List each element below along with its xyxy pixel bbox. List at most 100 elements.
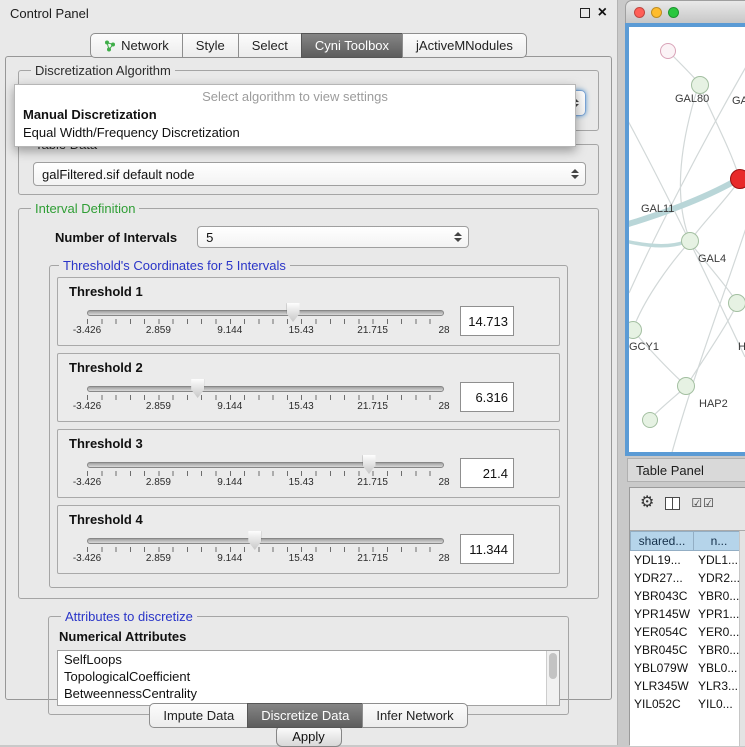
apply-button[interactable]: Apply xyxy=(276,725,342,747)
threshold-2-label: Threshold 2 xyxy=(69,360,550,375)
network-node[interactable] xyxy=(660,43,676,59)
threshold-4-slider[interactable]: -3.4262.8599.14415.4321.71528 xyxy=(87,530,444,568)
scale-label: 9.144 xyxy=(217,553,242,564)
scrollbar-thumb[interactable] xyxy=(549,653,557,679)
network-node[interactable] xyxy=(728,294,745,312)
numerical-attributes-list[interactable]: SelfLoopsTopologicalCoefficientBetweenne… xyxy=(57,650,560,706)
close-icon[interactable]: × xyxy=(598,8,607,18)
bottom-tab-bar: Impute Data Discretize Data Infer Network xyxy=(0,703,617,728)
table-cell: YER0... xyxy=(694,625,745,639)
table-row[interactable]: YDL19...YDL1... xyxy=(630,551,745,569)
table-panel-title: Table Panel xyxy=(636,463,704,478)
network-node[interactable] xyxy=(730,169,745,189)
slider-scale: -3.4262.8599.14415.4321.71528 xyxy=(87,477,444,489)
scale-label: 28 xyxy=(438,325,449,336)
threshold-2-slider[interactable]: -3.4262.8599.14415.4321.71528 xyxy=(87,378,444,416)
table-cell: YDR2... xyxy=(694,571,745,585)
right-region: GAL80GAGAL11GAL4GCY1HHAP2 Table Panel ⚙ … xyxy=(625,0,745,745)
threshold-4-value-field[interactable]: 11.344 xyxy=(460,534,514,564)
table-row[interactable]: YBL079WYBL0... xyxy=(630,659,745,677)
interval-definition-title: Interval Definition xyxy=(31,201,139,216)
combo-arrows-icon xyxy=(454,232,462,242)
table-data-select[interactable]: galFiltered.sif default node xyxy=(33,162,586,186)
network-node[interactable] xyxy=(642,412,658,428)
column-header-name[interactable]: n... xyxy=(694,531,745,551)
table-cell: YPR145W xyxy=(630,607,694,621)
slider-ticks xyxy=(87,395,444,400)
tab-label: Discretize Data xyxy=(261,708,349,723)
table-cell: YDR27... xyxy=(630,571,694,585)
node-label: GA xyxy=(732,95,745,107)
slider-scale: -3.4262.8599.14415.4321.71528 xyxy=(87,401,444,413)
scale-label: 2.859 xyxy=(146,477,171,488)
columns-icon[interactable] xyxy=(665,497,680,510)
scale-label: 15.43 xyxy=(289,553,314,564)
table-row[interactable]: YDR27...YDR2... xyxy=(630,569,745,587)
tab-infer-network[interactable]: Infer Network xyxy=(362,703,467,728)
scale-label: 2.859 xyxy=(146,553,171,564)
zoom-traffic-light-icon[interactable] xyxy=(668,7,679,18)
slider-track[interactable] xyxy=(87,462,444,468)
threshold-1-panel: Threshold 1 -3.4262.8599.14415.4321.7152… xyxy=(57,277,560,346)
tab-label: Network xyxy=(121,38,169,53)
table-row[interactable]: YPR145WYPR1... xyxy=(630,605,745,623)
node-label: H xyxy=(738,341,745,353)
tab-select[interactable]: Select xyxy=(238,33,302,58)
tab-discretize-data[interactable]: Discretize Data xyxy=(247,703,363,728)
table-cell: YIL052C xyxy=(630,697,694,711)
threshold-1-value-field[interactable]: 14.713 xyxy=(460,306,514,336)
table-row[interactable]: YER054CYER0... xyxy=(630,623,745,641)
control-panel-content: Discretization Algorithm Table Data galF… xyxy=(5,56,612,700)
table-rows: YDL19...YDL1...YDR27...YDR2...YBR043CYBR… xyxy=(630,551,745,713)
tab-label: Infer Network xyxy=(376,708,453,723)
column-header-shared[interactable]: shared... xyxy=(630,531,694,551)
table-row[interactable]: YBR043CYBR0... xyxy=(630,587,745,605)
table-scrollbar[interactable] xyxy=(739,531,745,746)
threshold-3-value-field[interactable]: 21.4 xyxy=(460,458,514,488)
select-columns-checkboxes-icon[interactable]: ☑☑ xyxy=(691,496,715,510)
scale-label: 15.43 xyxy=(289,325,314,336)
popup-item-equal-width-frequency[interactable]: Equal Width/Frequency Discretization xyxy=(15,124,575,142)
table-row[interactable]: YIL052CYIL0... xyxy=(630,695,745,713)
node-label: GCY1 xyxy=(629,341,659,353)
threshold-2-value-field[interactable]: 6.316 xyxy=(460,382,514,412)
tab-impute-data[interactable]: Impute Data xyxy=(149,703,248,728)
slider-track[interactable] xyxy=(87,386,444,392)
scale-label: 21.715 xyxy=(357,401,388,412)
slider-track[interactable] xyxy=(87,310,444,316)
node-label: GAL11 xyxy=(641,203,674,215)
threshold-1-slider[interactable]: -3.4262.8599.14415.4321.71528 xyxy=(87,302,444,340)
tab-jactivemnodules[interactable]: jActiveMNodules xyxy=(402,33,527,58)
table-cell: YBR043C xyxy=(630,589,694,603)
list-item[interactable]: BetweennessCentrality xyxy=(58,685,559,702)
table-cell: YIL0... xyxy=(694,697,745,711)
table-row[interactable]: YLR345WYLR3... xyxy=(630,677,745,695)
popup-item-manual-discretization[interactable]: Manual Discretization xyxy=(15,106,575,124)
threshold-3-slider[interactable]: -3.4262.8599.14415.4321.71528 xyxy=(87,454,444,492)
network-canvas[interactable]: GAL80GAGAL11GAL4GCY1HHAP2 xyxy=(625,23,745,456)
float-window-icon[interactable] xyxy=(580,8,590,18)
close-traffic-light-icon[interactable] xyxy=(634,7,645,18)
interval-definition-group: Interval Definition Number of Intervals … xyxy=(18,201,599,599)
network-node[interactable] xyxy=(681,232,699,250)
slider-ticks xyxy=(87,471,444,476)
tab-network[interactable]: Network xyxy=(90,33,183,58)
network-node[interactable] xyxy=(691,76,709,94)
number-of-intervals-select[interactable]: 5 xyxy=(197,226,469,248)
list-item[interactable]: SelfLoops xyxy=(58,651,559,668)
network-node[interactable] xyxy=(677,377,695,395)
gear-icon[interactable]: ⚙ xyxy=(640,495,654,511)
list-items: SelfLoopsTopologicalCoefficientBetweenne… xyxy=(58,651,559,702)
node-label: GAL80 xyxy=(675,93,709,105)
table-row[interactable]: YBR045CYBR0... xyxy=(630,641,745,659)
minimize-traffic-light-icon[interactable] xyxy=(651,7,662,18)
table-cell: YPR1... xyxy=(694,607,745,621)
slider-track[interactable] xyxy=(87,538,444,544)
tab-cyni-toolbox[interactable]: Cyni Toolbox xyxy=(301,33,403,58)
tab-style[interactable]: Style xyxy=(182,33,239,58)
network-view-window: GAL80GAGAL11GAL4GCY1HHAP2 xyxy=(625,0,745,456)
table-toolbar: ⚙ ☑☑ xyxy=(630,488,745,518)
scale-label: 21.715 xyxy=(357,477,388,488)
list-scrollbar[interactable] xyxy=(546,651,559,705)
list-item[interactable]: TopologicalCoefficient xyxy=(58,668,559,685)
